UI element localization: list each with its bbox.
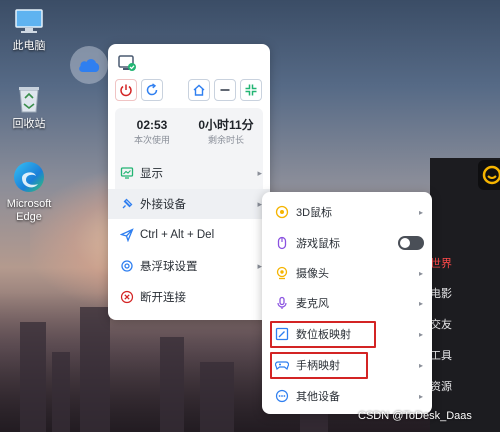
camera-icon	[275, 266, 289, 280]
highlight-gamepad-mapping	[270, 352, 368, 379]
app-nav-item[interactable]: 交友	[430, 316, 452, 332]
cloud-icon	[79, 59, 100, 72]
chevron-right-icon: ▸	[418, 360, 423, 370]
floating-ball[interactable]	[70, 46, 108, 84]
computer-icon	[15, 9, 43, 33]
chevron-right-icon: ▸	[418, 329, 423, 339]
submenu-item-label: 其他设备	[296, 391, 340, 403]
app-logo	[478, 160, 500, 190]
gear-icon	[120, 259, 134, 273]
app-logo-icon	[482, 165, 500, 185]
watermark: CSDN @ToDesk_Daas	[358, 410, 472, 422]
submenu-item-label: 摄像头	[296, 268, 329, 280]
game-mouse-icon	[275, 236, 289, 250]
menu-item-label: Ctrl + Alt + Del	[140, 229, 215, 241]
chevron-right-icon: ▸	[418, 268, 423, 278]
edge-icon	[14, 162, 44, 192]
game-mouse-toggle[interactable]	[398, 236, 424, 250]
submenu-item-label: 3D鼠标	[296, 207, 333, 219]
recycle-bin-icon	[19, 87, 39, 113]
display-icon	[120, 166, 134, 180]
desktop-icon-label: 回收站	[12, 118, 46, 130]
menu-item-label: 外接设备	[140, 199, 186, 211]
used-time-value: 02:53	[136, 118, 168, 132]
app-nav-item[interactable]: 电影	[430, 285, 452, 301]
menu-item-label: 悬浮球设置	[140, 261, 198, 273]
submenu-item-microphone[interactable]: 麦克风 ▸	[262, 288, 432, 318]
remaining-time-value: 0小时11分	[198, 118, 254, 132]
chevron-right-icon: ▸	[418, 207, 423, 217]
submenu-item-label: 游戏鼠标	[296, 238, 340, 250]
collapse-icon	[245, 84, 257, 96]
menu-item-external-devices[interactable]: 外接设备 ▸	[108, 189, 270, 219]
logo-icon	[118, 55, 136, 71]
plug-icon	[120, 197, 134, 211]
used-time-label: 本次使用	[133, 135, 170, 145]
menu-item-disconnect[interactable]: 断开连接	[108, 282, 270, 312]
submenu-item-camera[interactable]: 摄像头 ▸	[262, 258, 432, 288]
highlight-tablet-mapping	[270, 321, 376, 348]
power-button[interactable]	[115, 79, 137, 101]
remaining-time-label: 剩余时长	[207, 135, 244, 145]
menu-item-label: 断开连接	[140, 292, 186, 304]
app-nav-item[interactable]: 工具	[430, 347, 452, 363]
submenu-item-3d-mouse[interactable]: 3D鼠标 ▸	[262, 197, 432, 227]
chevron-right-icon: ▸	[257, 167, 262, 178]
background-app-window: 世界 电影 交友 工具 资源	[430, 158, 500, 432]
app-nav-item[interactable]: 世界	[430, 255, 452, 271]
refresh-icon	[146, 83, 158, 96]
stat-remaining: 0小时11分 剩余时长	[189, 118, 263, 147]
submenu-item-label: 麦克风	[296, 298, 329, 310]
collapse-button[interactable]	[240, 79, 262, 101]
desktop-icon-edge[interactable]: Microsoft Edge	[0, 160, 60, 224]
desktop-icon-recycle-bin[interactable]: 回收站	[0, 84, 60, 131]
minimize-button[interactable]	[214, 79, 236, 101]
power-icon	[120, 84, 132, 97]
submenu-item-game-mouse: 游戏鼠标	[262, 228, 432, 258]
chevron-right-icon: ▸	[418, 391, 423, 401]
submenu-item-other-devices[interactable]: 其他设备 ▸	[262, 381, 432, 411]
menu-item-display[interactable]: 显示 ▸	[108, 158, 270, 188]
3d-mouse-icon	[275, 205, 289, 219]
desktop-icon-label: 此电脑	[12, 40, 46, 52]
stat-used: 02:53 本次使用	[115, 118, 189, 147]
menu-item-ctrl-alt-del[interactable]: Ctrl + Alt + Del	[108, 220, 270, 250]
menu-item-ball-settings[interactable]: 悬浮球设置 ▸	[108, 251, 270, 281]
home-button[interactable]	[188, 79, 210, 101]
microphone-icon	[275, 296, 289, 310]
home-icon	[193, 84, 205, 96]
minimize-icon	[220, 89, 230, 91]
desktop-icon-this-pc[interactable]: 此电脑	[0, 8, 60, 53]
logo-button[interactable]	[117, 53, 137, 73]
disconnect-icon	[120, 290, 134, 304]
more-icon	[275, 389, 289, 403]
desktop-icon-label: Microsoft Edge	[6, 198, 52, 223]
refresh-button[interactable]	[141, 79, 163, 101]
app-nav-item[interactable]: 资源	[430, 378, 452, 394]
external-devices-submenu: 3D鼠标 ▸ 游戏鼠标 摄像头 ▸ 麦克风 ▸ 数位板映射 ▸ 手柄映射 ▸ 其…	[262, 192, 432, 414]
chevron-right-icon: ▸	[418, 298, 423, 308]
menu-item-label: 显示	[140, 168, 163, 180]
floating-panel: 02:53 本次使用 0小时11分 剩余时长 显示 ▸ 外接设备 ▸ Ctrl …	[108, 44, 270, 320]
send-icon	[120, 228, 134, 242]
